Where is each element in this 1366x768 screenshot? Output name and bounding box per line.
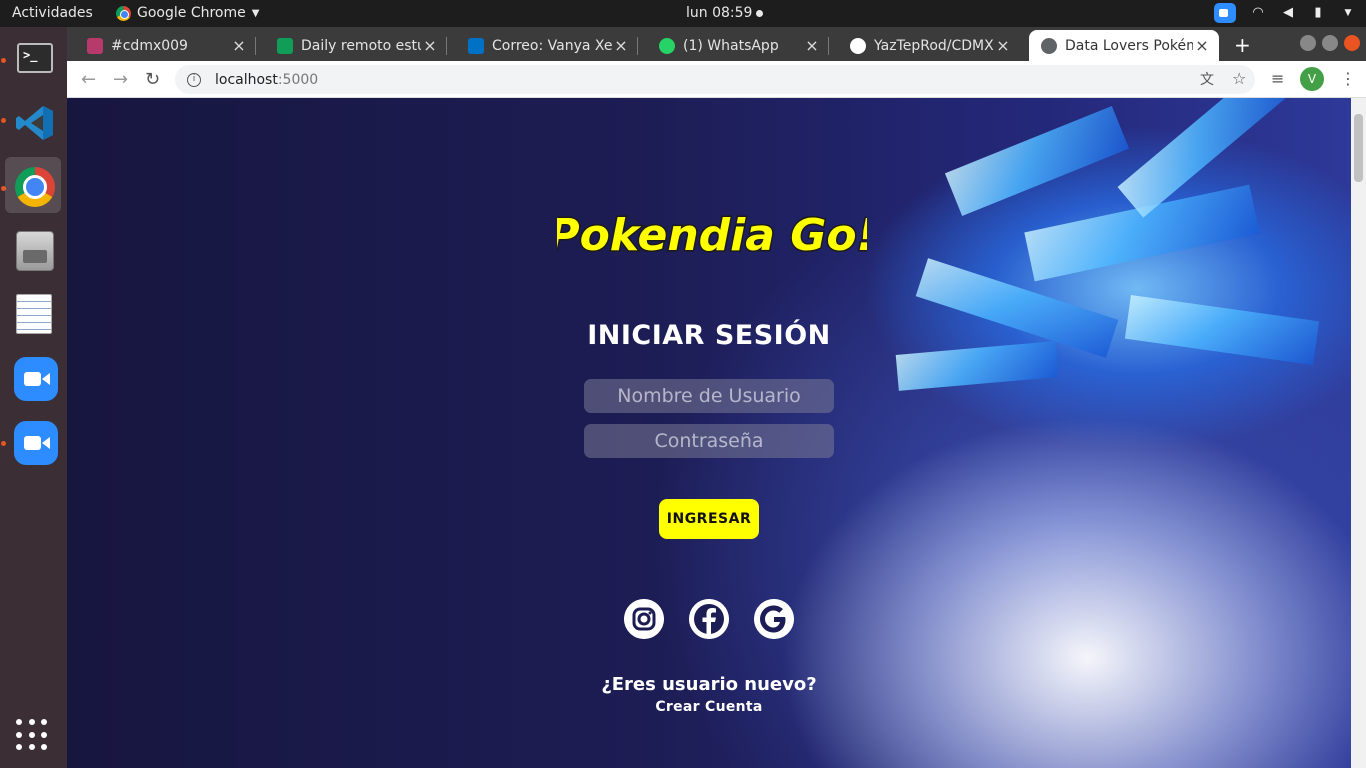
dock-text-editor[interactable] — [5, 285, 61, 341]
dock-files[interactable] — [5, 221, 61, 277]
close-icon[interactable]: × — [1193, 36, 1211, 55]
activities-button[interactable]: Actividades — [12, 5, 93, 21]
close-icon[interactable]: × — [421, 36, 439, 55]
google-icon[interactable] — [754, 599, 794, 639]
volume-icon[interactable]: ◀ — [1280, 5, 1296, 21]
dock-vscode[interactable] — [5, 93, 61, 149]
close-window-button[interactable] — [1344, 35, 1360, 51]
wifi-icon[interactable]: ◠ — [1250, 5, 1266, 21]
reading-list-icon[interactable]: ≡ — [1271, 69, 1284, 88]
url-host: localhost — [215, 71, 278, 88]
dock-zoom[interactable] — [5, 349, 61, 405]
tab-label: Correo: Vanya XeL — [492, 37, 612, 54]
close-icon[interactable]: × — [994, 36, 1012, 55]
dock-chrome[interactable] — [5, 157, 61, 213]
tab-slack[interactable]: #cdmx009 × — [67, 30, 256, 61]
tab-data-lovers[interactable]: Data Lovers Pokém × — [1029, 30, 1219, 61]
pokendia-logo: Pokendia Go! — [557, 209, 867, 263]
tab-strip: #cdmx009 × Daily remoto estuc × Correo: … — [67, 27, 1366, 61]
reload-button[interactable]: ↻ — [145, 69, 160, 90]
battery-icon[interactable]: ▮ — [1310, 5, 1326, 21]
app-menu[interactable]: Google Chrome ▼ — [116, 5, 259, 21]
globe-icon — [1041, 37, 1057, 54]
info-icon[interactable]: i — [187, 72, 201, 87]
tab-label: Data Lovers Pokém — [1065, 37, 1193, 54]
tab-github[interactable]: YazTepRod/CDMX × — [830, 30, 1020, 61]
close-icon[interactable]: × — [612, 36, 630, 55]
username-field[interactable] — [584, 379, 834, 413]
login-page: Pokendia Go! INICIAR SESIÓN INGRESAR ¿Er… — [67, 98, 1366, 768]
page-scrollbar[interactable] — [1351, 98, 1366, 768]
whatsapp-icon — [659, 37, 675, 54]
zoom-icon — [14, 357, 58, 401]
forward-button[interactable]: → — [113, 69, 128, 90]
sheets-icon — [277, 37, 293, 54]
clock-label: lun 08:59 — [686, 5, 753, 21]
menu-icon[interactable]: ⋮ — [1340, 69, 1356, 88]
zoom-icon — [14, 421, 58, 465]
tab-label: Daily remoto estuc — [301, 37, 421, 54]
instagram-icon[interactable] — [624, 599, 664, 639]
back-button[interactable]: ← — [81, 69, 96, 90]
slack-icon — [87, 37, 103, 54]
svg-text:Pokendia Go!: Pokendia Go! — [557, 210, 867, 261]
dock-terminal[interactable]: >_ — [5, 29, 61, 85]
system-top-bar: Actividades Google Chrome ▼ lun 08:59 ◠ … — [0, 0, 1366, 27]
star-icon[interactable]: ☆ — [1232, 69, 1246, 88]
terminal-icon: >_ — [17, 43, 53, 73]
login-button[interactable]: INGRESAR — [659, 499, 759, 539]
crystal-decoration — [944, 105, 1130, 217]
app-menu-label: Google Chrome — [137, 5, 246, 21]
tab-whatsapp[interactable]: (1) WhatsApp × — [639, 30, 829, 61]
github-icon — [850, 37, 866, 54]
chevron-down-icon: ▼ — [251, 7, 260, 19]
notification-dot — [756, 9, 764, 17]
vscode-icon — [16, 106, 53, 140]
maximize-button[interactable] — [1322, 35, 1338, 51]
tab-sheets[interactable]: Daily remoto estuc × — [257, 30, 447, 61]
page-title: INICIAR SESIÓN — [587, 320, 831, 351]
address-bar[interactable]: i localhost:5000 — [175, 65, 1255, 94]
avatar[interactable]: V — [1300, 67, 1324, 91]
password-field[interactable] — [584, 424, 834, 458]
window-controls — [1300, 35, 1360, 51]
tab-label: #cdmx009 — [111, 37, 188, 54]
zoom-tray-icon[interactable] — [1214, 3, 1236, 23]
browser-toolbar: ← → ↻ i localhost:5000 文 ☆ ≡ V ⋮ — [67, 61, 1366, 98]
minimize-button[interactable] — [1300, 35, 1316, 51]
dock-zoom-2[interactable] — [5, 413, 61, 469]
chrome-icon — [116, 5, 131, 21]
chevron-down-icon[interactable]: ▼ — [1340, 5, 1356, 21]
tab-label: YazTepRod/CDMX — [874, 37, 994, 54]
dock: >_ — [0, 27, 67, 768]
new-tab-button[interactable]: + — [1234, 33, 1251, 57]
outlook-icon — [468, 37, 484, 54]
scrollbar-thumb[interactable] — [1354, 114, 1363, 182]
new-user-question: ¿Eres usuario nuevo? — [601, 674, 817, 695]
facebook-icon[interactable] — [689, 599, 729, 639]
clock[interactable]: lun 08:59 — [686, 5, 764, 21]
tab-outlook[interactable]: Correo: Vanya XeL × — [448, 30, 638, 61]
files-icon — [16, 231, 54, 271]
system-tray[interactable]: ◠ ◀ ▮ ▼ — [1214, 3, 1356, 23]
chrome-icon — [15, 167, 55, 207]
translate-icon[interactable]: 文 — [1200, 69, 1214, 89]
show-applications-icon[interactable] — [16, 719, 48, 751]
close-icon[interactable]: × — [230, 36, 248, 55]
text-editor-icon — [16, 294, 52, 334]
close-icon[interactable]: × — [803, 36, 821, 55]
create-account-link[interactable]: Crear Cuenta — [67, 699, 1351, 715]
tab-label: (1) WhatsApp — [683, 37, 779, 54]
url-port: :5000 — [277, 71, 319, 88]
